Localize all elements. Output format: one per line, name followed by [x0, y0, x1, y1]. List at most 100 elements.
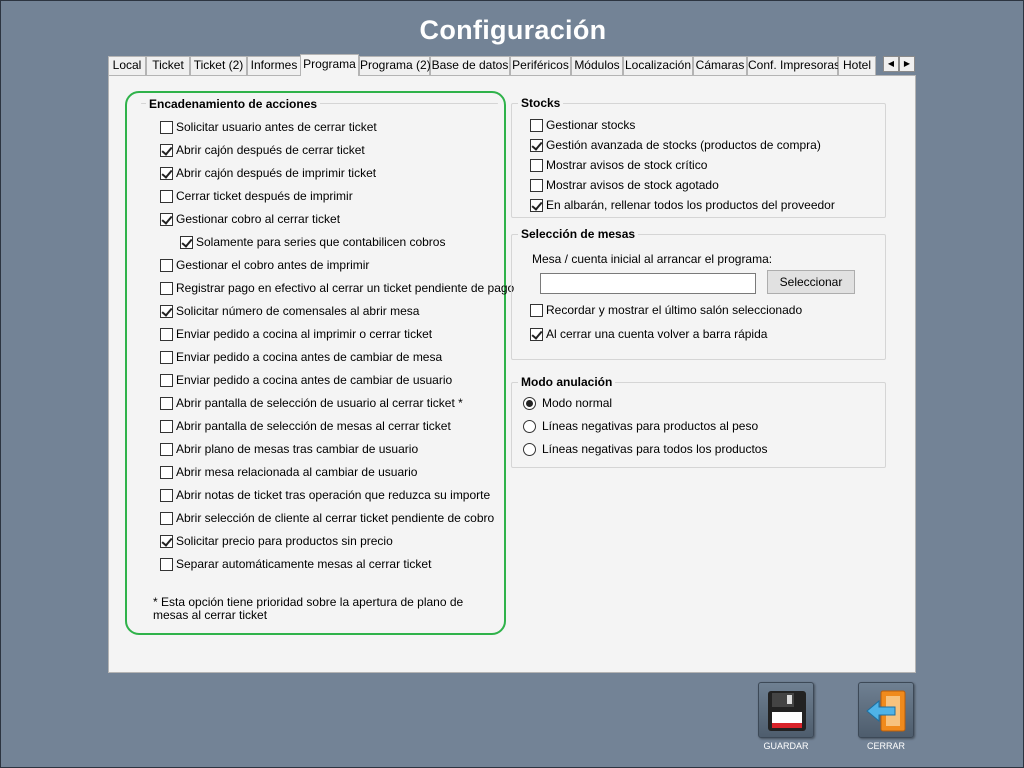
mesa-inicial-input[interactable] [540, 273, 756, 294]
tab-scroll-right-button[interactable]: ▶ [899, 56, 915, 72]
tab-panel-programa: Encadenamiento de acciones Solicitar usu… [108, 75, 916, 673]
checkbox-icon[interactable] [160, 466, 173, 479]
cb-solicitar-comensales[interactable]: Solicitar número de comensales al abrir … [160, 304, 419, 320]
checkbox-icon[interactable] [530, 179, 543, 192]
cb-pantalla-usuario[interactable]: Abrir pantalla de selección de usuario a… [160, 396, 463, 412]
guardar-button[interactable]: GUARDAR [753, 682, 819, 751]
cb-notas-ticket[interactable]: Abrir notas de ticket tras operación que… [160, 488, 490, 504]
checkbox-icon[interactable] [530, 159, 543, 172]
checkbox-icon[interactable] [530, 139, 543, 152]
checkbox-icon[interactable] [160, 374, 173, 387]
tab-camaras[interactable]: Cámaras [693, 56, 747, 75]
checkbox-icon[interactable] [160, 328, 173, 341]
checkbox-label: Gestión avanzada de stocks (productos de… [546, 138, 821, 152]
cb-cobro-antes-imprimir[interactable]: Gestionar el cobro antes de imprimir [160, 258, 369, 274]
checkbox-label: Abrir mesa relacionada al cambiar de usu… [176, 465, 418, 479]
checkbox-label: Mostrar avisos de stock crítico [546, 158, 708, 172]
checkbox-icon[interactable] [160, 558, 173, 571]
cb-gestionar-cobro[interactable]: Gestionar cobro al cerrar ticket [160, 212, 340, 228]
checkbox-icon[interactable] [160, 305, 173, 318]
checkbox-icon[interactable] [530, 119, 543, 132]
checkbox-icon[interactable] [160, 190, 173, 203]
checkbox-icon[interactable] [160, 489, 173, 502]
checkbox-icon[interactable] [160, 144, 173, 157]
cb-stock-critico[interactable]: Mostrar avisos de stock crítico [530, 158, 707, 174]
stocks-title: Stocks [518, 96, 564, 111]
cb-enviar-cocina-imprimir[interactable]: Enviar pedido a cocina al imprimir o cer… [160, 327, 432, 343]
checkbox-label: Cerrar ticket después de imprimir [176, 189, 353, 203]
cb-mesa-relacionada[interactable]: Abrir mesa relacionada al cambiar de usu… [160, 465, 417, 481]
checkbox-icon[interactable] [530, 304, 543, 317]
tab-local[interactable]: Local [108, 56, 146, 75]
checkbox-icon[interactable] [530, 199, 543, 212]
guardar-label: GUARDAR [763, 741, 809, 751]
cb-solicitar-precio[interactable]: Solicitar precio para productos sin prec… [160, 534, 393, 550]
checkbox-label: Recordar y mostrar el último salón selec… [546, 303, 803, 317]
cerrar-label: CERRAR [866, 741, 905, 751]
cb-stock-agotado[interactable]: Mostrar avisos de stock agotado [530, 178, 719, 194]
radio-icon[interactable] [523, 420, 536, 433]
cb-gestionar-stocks[interactable]: Gestionar stocks [530, 118, 635, 134]
cb-solamente-series[interactable]: Solamente para series que contabilicen c… [180, 235, 445, 251]
checkbox-icon[interactable] [160, 213, 173, 226]
radio-icon[interactable] [523, 397, 536, 410]
cb-enviar-cocina-usuario[interactable]: Enviar pedido a cocina antes de cambiar … [160, 373, 452, 389]
mesa-inicial-label: Mesa / cuenta inicial al arrancar el pro… [532, 252, 773, 266]
cb-abrir-cajon-imprimir[interactable]: Abrir cajón después de imprimir ticket [160, 166, 376, 182]
cerrar-button[interactable]: CERRAR [853, 682, 919, 751]
checkbox-label: Solicitar precio para productos sin prec… [176, 534, 393, 548]
cb-gestion-avanzada[interactable]: Gestión avanzada de stocks (productos de… [530, 138, 821, 154]
cb-pantalla-mesas[interactable]: Abrir pantalla de selección de mesas al … [160, 419, 451, 435]
checkbox-label: Solicitar usuario antes de cerrar ticket [176, 120, 377, 134]
radio-icon[interactable] [523, 443, 536, 456]
checkbox-icon[interactable] [160, 535, 173, 548]
checkbox-label: En albarán, rellenar todos los productos… [546, 198, 835, 212]
checkbox-icon[interactable] [160, 443, 173, 456]
checkbox-label: Solicitar número de comensales al abrir … [176, 304, 420, 318]
cb-albaran-rellenar[interactable]: En albarán, rellenar todos los productos… [530, 198, 835, 214]
radio-lineas-peso[interactable]: Líneas negativas para productos al peso [523, 419, 758, 435]
checkbox-icon[interactable] [160, 121, 173, 134]
checkbox-icon[interactable] [160, 420, 173, 433]
tab-localizacion[interactable]: Localización [623, 56, 693, 75]
encadenamiento-title: Encadenamiento de acciones [146, 97, 321, 112]
checkbox-icon[interactable] [160, 167, 173, 180]
checkbox-icon[interactable] [160, 397, 173, 410]
checkbox-label: Solamente para series que contabilicen c… [196, 235, 446, 249]
seleccionar-button[interactable]: Seleccionar [767, 270, 855, 294]
tab-ticket[interactable]: Ticket [146, 56, 190, 75]
tab-perifericos[interactable]: Periféricos [510, 56, 571, 75]
tab-scroll-left-button[interactable]: ◀ [883, 56, 899, 72]
cb-cerrar-ticket-imprimir[interactable]: Cerrar ticket después de imprimir [160, 189, 353, 205]
radio-modo-normal[interactable]: Modo normal [523, 396, 612, 412]
cb-seleccion-cliente[interactable]: Abrir selección de cliente al cerrar tic… [160, 511, 494, 527]
checkbox-label: Gestionar cobro al cerrar ticket [176, 212, 341, 226]
cb-separar-mesas[interactable]: Separar automáticamente mesas al cerrar … [160, 557, 431, 573]
cb-volver-barra[interactable]: Al cerrar una cuenta volver a barra rápi… [530, 327, 767, 343]
cb-registrar-pago-efectivo[interactable]: Registrar pago en efectivo al cerrar un … [160, 281, 514, 297]
tab-ticket-2[interactable]: Ticket (2) [190, 56, 247, 75]
tab-informes[interactable]: Informes [247, 56, 301, 75]
checkbox-icon[interactable] [160, 259, 173, 272]
window-title: Configuración [419, 15, 607, 45]
tab-programa-2[interactable]: Programa (2) [359, 56, 431, 75]
checkbox-icon[interactable] [530, 328, 543, 341]
cb-abrir-cajon-cerrar[interactable]: Abrir cajón después de cerrar ticket [160, 143, 365, 159]
cb-plano-mesas[interactable]: Abrir plano de mesas tras cambiar de usu… [160, 442, 418, 458]
checkbox-icon[interactable] [180, 236, 193, 249]
cb-enviar-cocina-mesa[interactable]: Enviar pedido a cocina antes de cambiar … [160, 350, 442, 366]
tab-modulos[interactable]: Módulos [571, 56, 623, 75]
checkbox-icon[interactable] [160, 512, 173, 525]
encadenamiento-footnote: * Esta opción tiene prioridad sobre la a… [153, 595, 464, 622]
checkbox-label: Enviar pedido a cocina antes de cambiar … [176, 350, 443, 364]
checkbox-icon[interactable] [160, 351, 173, 364]
cb-solicitar-usuario[interactable]: Solicitar usuario antes de cerrar ticket [160, 120, 377, 136]
tab-base-de-datos[interactable]: Base de datos [430, 56, 510, 75]
tab-conf-impresoras[interactable]: Conf. Impresoras [747, 56, 840, 75]
checkbox-icon[interactable] [160, 282, 173, 295]
tab-hotel[interactable]: Hotel [838, 56, 876, 75]
tab-programa[interactable]: Programa [300, 54, 359, 76]
radio-lineas-todos[interactable]: Líneas negativas para todos los producto… [523, 442, 767, 458]
cb-recordar-salon[interactable]: Recordar y mostrar el último salón selec… [530, 303, 802, 319]
checkbox-label: Mostrar avisos de stock agotado [546, 178, 719, 192]
